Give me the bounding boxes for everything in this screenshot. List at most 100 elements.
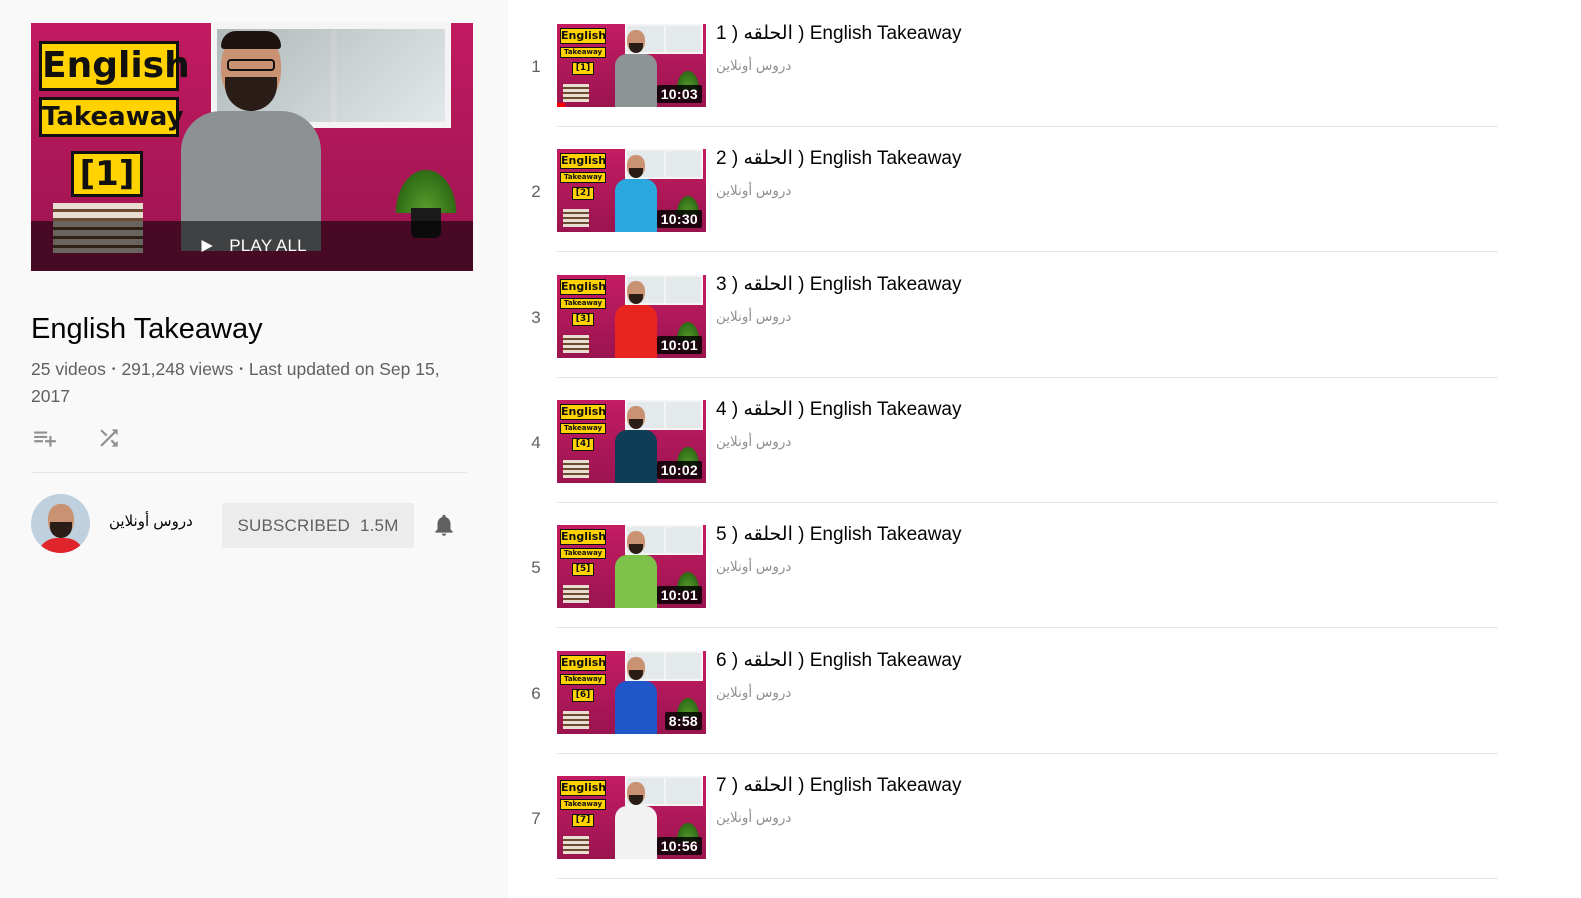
playlist-video-row[interactable]: 7 English Takeaway [7] 10:56 7 ) الحلقه … (508, 752, 1498, 879)
video-duration: 10:56 (656, 836, 702, 855)
video-index: 4 (531, 432, 541, 452)
presenter-image (615, 781, 657, 859)
video-thumbnail[interactable]: English Takeaway [7] 10:56 (557, 775, 706, 859)
stats-separator: • (239, 364, 243, 376)
video-title[interactable]: 3 ) الحلقه ) English Takeaway (716, 273, 962, 296)
bell-icon (435, 514, 453, 536)
playlist-video-list: 1 English Takeaway [1] 10:03 1 ) الحلقه … (508, 0, 1581, 898)
thumb-title-english: English (39, 41, 190, 91)
shuffle-button[interactable] (95, 424, 123, 452)
thumb-title-english: English (560, 529, 607, 546)
thumb-title-takeaway: Takeaway (39, 97, 183, 137)
thumb-title-english: English (560, 153, 607, 170)
owner-channel-name[interactable]: دروس أونلاين (109, 512, 193, 530)
thumb-episode-badge: [4] (572, 437, 594, 451)
playlist-owner: دروس أونلاين SUBSCRIBED 1.5M (31, 494, 471, 554)
books-image (563, 334, 589, 353)
video-duration: 10:30 (656, 210, 702, 229)
shuffle-icon (100, 429, 118, 447)
video-channel-name[interactable]: دروس أونلاين (716, 434, 791, 450)
video-count: 25 videos (31, 359, 106, 379)
playlist-stats: 25 videos • 291,248 views • Last updated on … (31, 356, 471, 409)
video-index: 5 (531, 558, 541, 578)
video-duration: 10:03 (656, 85, 702, 103)
thumb-title-takeaway: Takeaway (560, 47, 606, 58)
avatar[interactable] (31, 494, 90, 553)
video-thumbnail[interactable]: English Takeaway [3] 10:01 (557, 274, 706, 358)
playlist-video-row[interactable]: 6 English Takeaway [6] 8:58 6 ) الحلقه )… (508, 627, 1498, 754)
video-title[interactable]: 1 ) الحلقه ) English Takeaway (716, 22, 962, 45)
thumb-episode-badge: [2] (572, 187, 594, 201)
video-title[interactable]: 2 ) الحلقه ) English Takeaway (716, 147, 962, 170)
subscribed-button[interactable]: SUBSCRIBED 1.5M (222, 503, 414, 548)
thumb-title-takeaway: Takeaway (560, 422, 606, 434)
video-channel-name[interactable]: دروس أونلاين (716, 685, 791, 701)
video-index: 1 (531, 57, 541, 76)
thumb-title-takeaway: Takeaway (560, 172, 606, 184)
thumb-episode-badge: [7] (572, 813, 594, 827)
books-image (563, 585, 589, 604)
watch-progress-bar (557, 103, 565, 107)
video-index: 3 (531, 307, 541, 327)
presenter-image (615, 155, 657, 233)
thumb-title-english: English (560, 278, 607, 295)
thumb-title-takeaway: Takeaway (560, 798, 606, 810)
thumb-episode-badge: [1] (572, 62, 594, 75)
thumb-title-english: English (560, 403, 607, 420)
presenter-image (615, 280, 657, 358)
video-channel-name[interactable]: دروس أونلاين (716, 58, 791, 74)
playlist-hero-thumbnail[interactable]: English Takeaway [1] PLAY ALL (31, 23, 473, 271)
subscribed-label: SUBSCRIBED (237, 515, 350, 535)
playlist-video-row[interactable]: 2 English Takeaway [2] 10:30 2 ) الحلقه … (508, 125, 1498, 253)
video-channel-name[interactable]: دروس أونلاين (716, 559, 791, 575)
playlist-video-row[interactable]: 3 English Takeaway [3] 10:01 3 ) الحلقه … (508, 251, 1498, 378)
playlist-page: English Takeaway [1] PLAY ALL English Ta… (0, 0, 1581, 898)
video-title[interactable]: 6 ) الحلقه ) English Takeaway (716, 649, 962, 672)
video-title[interactable]: 4 ) الحلقه ) English Takeaway (716, 398, 962, 421)
video-thumbnail[interactable]: English Takeaway [5] 10:01 (557, 525, 706, 609)
thumb-episode-badge: [1] (71, 151, 143, 197)
video-duration: 10:01 (656, 586, 702, 605)
thumb-title-takeaway: Takeaway (560, 297, 606, 309)
video-thumbnail[interactable]: English Takeaway [2] 10:30 (557, 149, 706, 233)
thumb-episode-badge: [5] (572, 563, 594, 577)
thumb-title-takeaway: Takeaway (560, 673, 606, 685)
playlist-actions (31, 424, 123, 452)
video-channel-name[interactable]: دروس أونلاين (716, 810, 791, 826)
thumb-title-english: English (560, 654, 607, 671)
video-thumbnail[interactable]: English Takeaway [6] 8:58 (557, 650, 706, 734)
video-title[interactable]: 5 ) الحلقه ) English Takeaway (716, 523, 962, 546)
thumb-title-takeaway: Takeaway (560, 548, 606, 560)
video-index: 7 (531, 808, 541, 828)
play-all-button[interactable]: PLAY ALL (31, 221, 473, 271)
save-playlist-button[interactable] (31, 424, 59, 452)
thumb-title-english: English (560, 779, 607, 796)
view-count: 291,248 views (121, 359, 234, 379)
thumb-title-english: English (560, 28, 607, 44)
books-image (563, 710, 589, 729)
presenter-image (615, 30, 657, 107)
video-channel-name[interactable]: دروس أونلاين (716, 309, 791, 325)
video-index: 2 (531, 182, 541, 202)
video-thumbnail[interactable]: English Takeaway [1] 10:03 (557, 24, 706, 107)
playlist-add-icon (34, 431, 56, 447)
presenter-image (615, 405, 657, 483)
video-channel-name[interactable]: دروس أونلاين (716, 183, 791, 199)
playlist-video-row[interactable]: 1 English Takeaway [1] 10:03 1 ) الحلقه … (508, 0, 1498, 127)
notification-bell-button[interactable] (431, 512, 457, 538)
video-duration: 8:58 (664, 711, 702, 730)
playlist-video-row[interactable]: 4 English Takeaway [4] 10:02 4 ) الحلقه … (508, 376, 1498, 503)
divider (31, 472, 467, 473)
books-image (563, 459, 589, 478)
video-title[interactable]: 7 ) الحلقه ) English Takeaway (716, 774, 962, 797)
play-icon (201, 240, 213, 252)
subscriber-count: 1.5M (359, 515, 399, 535)
video-duration: 10:02 (656, 460, 702, 479)
playlist-video-row[interactable]: 5 English Takeaway [5] 10:01 5 ) الحلقه … (508, 501, 1498, 629)
video-thumbnail[interactable]: English Takeaway [4] 10:02 (557, 399, 706, 483)
presenter-image (615, 531, 657, 609)
books-image (563, 84, 589, 102)
playlist-title[interactable]: English Takeaway (31, 310, 263, 348)
video-duration: 10:01 (656, 335, 702, 354)
row-divider (557, 877, 1498, 879)
